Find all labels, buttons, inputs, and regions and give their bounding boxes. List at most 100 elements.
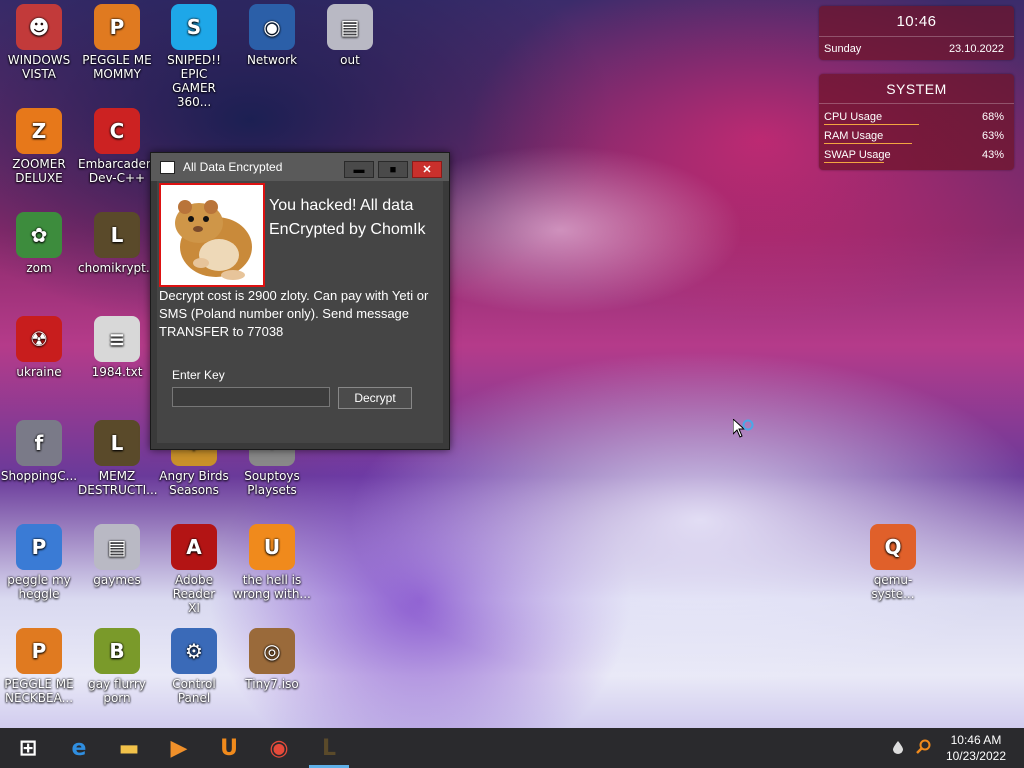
maximize-icon: ■ — [389, 163, 397, 176]
clock-time: 10:46 — [896, 13, 937, 30]
desktop-icon[interactable]: ◎ Tiny7.iso — [233, 628, 311, 691]
ransom-message: Decrypt cost is 2900 zloty. Can pay with… — [159, 288, 429, 339]
adobe-reader-icon: A — [171, 524, 217, 570]
taskbar-items: ⊞ e ▬ ▶ U ◉ L — [2, 728, 354, 768]
taskbar-button[interactable]: ◉ — [254, 728, 304, 768]
ransom-dialog[interactable]: All Data Encrypted ▬ ■ ✕ You hacked! All… — [150, 152, 450, 450]
network-tray-icon[interactable] — [892, 740, 904, 757]
taskbar-button[interactable]: ▬ — [104, 728, 154, 768]
peggle-icon: P — [94, 4, 140, 50]
busy-cursor-icon — [732, 417, 757, 445]
desktop-icon[interactable]: ◉ Network — [233, 4, 311, 67]
desktop-icon[interactable]: Uthe hell is wrong with... — [233, 524, 311, 601]
desktop-icon-label: PEGGLE ME NECKBEA... — [4, 677, 74, 705]
desktop-icon-label: Control Panel — [172, 677, 216, 705]
clock-date: 23.10.2022 — [948, 43, 1004, 55]
desktop-icon[interactable]: Lchomikrypt... — [78, 212, 158, 275]
desktop-icon[interactable]: ☢ ukraine — [0, 316, 78, 379]
desktop-icon-label: MEMZ DESTRUCTI... — [78, 469, 158, 497]
internet-explorer-icon: e — [71, 735, 87, 761]
text-file-icon: ≡ — [94, 316, 140, 362]
memz-icon: L — [94, 420, 140, 466]
desktop-icon-label: PEGGLE ME MOMMY — [82, 53, 152, 81]
network-globe-icon: ◉ — [249, 4, 295, 50]
desktop-icon[interactable]: S SNIPED!! EPIC GAMER 360... — [155, 4, 233, 109]
cpu-usage-row: CPU Usage 68% — [819, 111, 1014, 125]
swap-usage-bar — [824, 162, 885, 163]
radiation-icon: ☢ — [16, 316, 62, 362]
dialog-body: You hacked! All data EnCrypted by ChomIk… — [157, 181, 443, 443]
ram-usage-label: RAM Usage — [824, 130, 884, 142]
decrypt-button[interactable]: Decrypt — [338, 387, 412, 409]
desktop-icon-label: ShoppingC... — [0, 469, 78, 483]
desktop-icon[interactable]: L MEMZ DESTRUCTI... — [78, 420, 158, 497]
desktop-icon[interactable]: f ShoppingC... — [0, 420, 78, 483]
chomikrypt-icon: L — [94, 212, 140, 258]
desktop-icon-label: ukraine — [16, 365, 62, 379]
desktop-icon[interactable]: A Adobe Reader XI — [155, 524, 233, 615]
ransom-headline: You hacked! All data EnCrypted by ChomIk — [269, 197, 426, 238]
flash-icon: f — [16, 420, 62, 466]
vista-robot-icon: ☻ — [16, 4, 62, 50]
desktop-icon-label: Adobe Reader XI — [172, 573, 216, 615]
window-app-icon — [160, 160, 175, 174]
desktop-icon[interactable]: Z ZOOMER DELUXE — [0, 108, 78, 185]
maximize-button[interactable]: ■ — [378, 161, 408, 178]
swap-usage-row: SWAP Usage 43% — [819, 149, 1014, 163]
disc-icon: ◎ — [249, 628, 295, 674]
desktop-icon[interactable]: P PEGGLE ME NECKBEA... — [0, 628, 78, 705]
ram-usage-bar — [824, 143, 913, 144]
clock-day: Sunday — [824, 43, 862, 55]
desktop-icon-label: zom — [26, 261, 52, 275]
cpu-usage-bar — [824, 124, 920, 125]
desktop-icon[interactable]: ▤ out — [311, 4, 389, 67]
desktop-icon-label: ZOOMER DELUXE — [12, 157, 66, 185]
desktop-icon-label: Embarcadero Dev-C++ — [78, 157, 158, 185]
desktop-icon-label: chomikrypt... — [78, 261, 158, 275]
desktop-icon[interactable]: ▤ gaymes — [78, 524, 156, 587]
desktop-icon-label: qemu-syste... — [871, 573, 915, 601]
devcpp-icon: C — [94, 108, 140, 154]
desktop-icon[interactable]: P PEGGLE ME MOMMY — [78, 4, 156, 81]
taskbar-button[interactable]: ⊞ — [2, 728, 54, 768]
desktop-icon-label: gay flurry porn — [88, 677, 146, 705]
ram-usage-row: RAM Usage 63% — [819, 130, 1014, 144]
uc-browser-icon: U — [220, 735, 238, 761]
desktop-icon[interactable]: ☻ WINDOWS VISTA — [0, 4, 78, 81]
taskbar-button[interactable]: L — [304, 728, 354, 768]
desktop-icon-label: gaymes — [93, 573, 141, 587]
qemu-icon: Q — [870, 524, 916, 570]
uc-browser-icon: U — [249, 524, 295, 570]
system-title: SYSTEM — [886, 81, 947, 97]
swap-usage-label: SWAP Usage — [824, 149, 891, 161]
desktop-icon[interactable]: Ppeggle my heggle — [0, 524, 78, 601]
desktop-icon[interactable]: Qqemu-syste... — [854, 524, 932, 601]
key-input[interactable] — [172, 387, 330, 407]
control-panel-icon: ⚙ — [171, 628, 217, 674]
desktop-icon[interactable]: ≡ 1984.txt — [78, 316, 156, 379]
folder-icon: ▤ — [94, 524, 140, 570]
peggle-icon: P — [16, 524, 62, 570]
hamster-image — [159, 183, 265, 287]
cpu-usage-label: CPU Usage — [824, 111, 883, 123]
skype-icon: S — [171, 4, 217, 50]
desktop-icon[interactable]: ✿ zom — [0, 212, 78, 275]
bonzi-box-icon: B — [94, 628, 140, 674]
taskbar-clock[interactable]: 10:46 AM 10/23/2022 — [946, 732, 1006, 764]
dialog-title: All Data Encrypted — [183, 160, 283, 174]
cpu-usage-value: 68% — [981, 111, 1004, 123]
minimize-button[interactable]: ▬ — [344, 161, 374, 178]
desktop-icon-label: out — [340, 53, 360, 67]
close-button[interactable]: ✕ — [412, 161, 442, 178]
desktop-icon-label: the hell is wrong with... — [233, 573, 311, 601]
search-tray-icon[interactable] — [916, 739, 932, 758]
clock-widget: 10:46 Sunday 23.10.2022 — [819, 6, 1014, 60]
dialog-titlebar[interactable]: All Data Encrypted ▬ ■ ✕ — [151, 153, 449, 181]
desktop-icon[interactable]: Bgay flurry porn — [78, 628, 156, 705]
desktop-icon[interactable]: ⚙ Control Panel — [155, 628, 233, 705]
desktop-icon[interactable]: C Embarcadero Dev-C++ — [78, 108, 158, 185]
system-tray: 10:46 AM 10/23/2022 — [892, 728, 1024, 768]
taskbar-button[interactable]: e — [54, 728, 104, 768]
taskbar-button[interactable]: ▶ — [154, 728, 204, 768]
taskbar-button[interactable]: U — [204, 728, 254, 768]
